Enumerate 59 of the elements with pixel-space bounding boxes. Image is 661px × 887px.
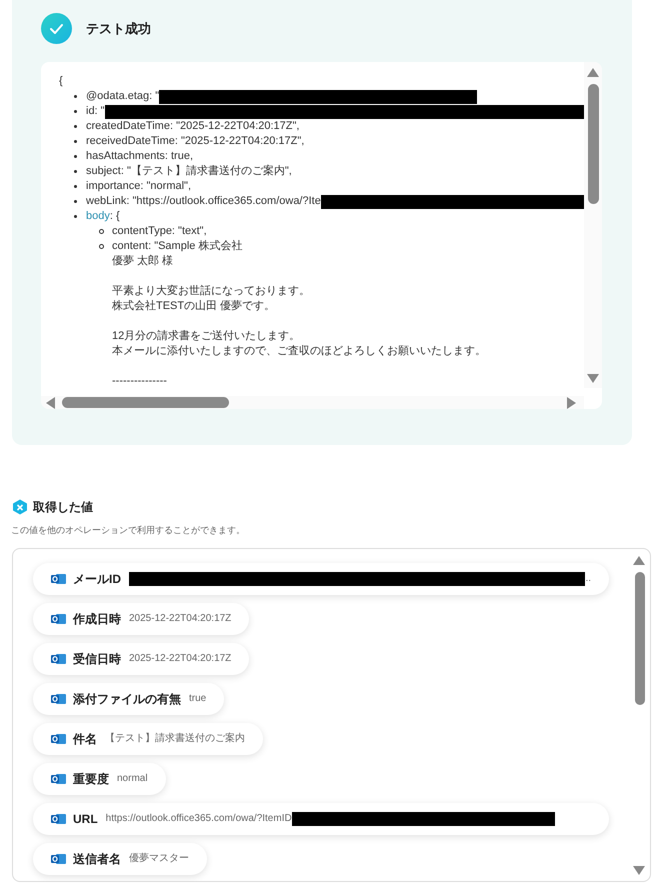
horizontal-scrollbar[interactable] [62,397,229,408]
section-description: この値を他のオペレーションで利用することができます。 [11,524,246,537]
bullet-icon [99,229,104,234]
code-line: body: { [86,209,120,224]
hexagon-icon [12,499,28,515]
code-line: 優夢 太郎 様 [112,254,174,269]
code-line: importance: "normal", [86,179,192,194]
mail-app-icon [51,692,66,706]
value-chip[interactable]: 重要度 normal [33,762,166,794]
vertical-scrollbar[interactable] [635,572,645,704]
code-line: 株式会社TESTの山田 優夢です。 [112,299,276,314]
value-chip[interactable]: 送信者名 優夢マスター [33,842,207,874]
code-line: createdDateTime: "2025-12-22T04:20:17Z", [86,119,300,134]
mail-app-icon [51,652,66,666]
value-chip[interactable]: 作成日時 2025-12-22T04:20:17Z [33,602,250,634]
scroll-right-icon[interactable] [567,397,576,409]
bullet-icon [74,185,77,188]
value-chip[interactable]: URL https://outlook.office365.com/owa/?ItemID [33,802,609,834]
mail-app-icon [51,812,66,826]
mail-app-icon [51,572,66,586]
vertical-scrollbar[interactable] [588,84,599,204]
code-line: 12月分の請求書をご送付いたします。 [112,329,302,344]
scroll-down-icon[interactable] [633,866,645,874]
section-title: 取得した値 [33,499,93,516]
mail-app-icon [51,772,66,786]
bullet-icon [74,110,77,113]
scroll-up-icon[interactable] [633,556,645,564]
code-line: contentType: "text", [112,224,207,239]
code-line: { [59,74,64,89]
bullet-icon [74,155,77,158]
bullet-icon [74,95,77,98]
scroll-left-icon[interactable] [46,397,55,409]
bullet-icon [74,215,77,218]
check-icon [41,13,72,44]
code-line: subject: "【テスト】請求書送付のご案内", [86,164,292,179]
code-line: content: "Sample 株式会社 [112,239,244,254]
scroll-up-icon[interactable] [587,68,599,77]
value-chip[interactable]: 受信日時 2025-12-22T04:20:17Z [33,642,250,674]
bullet-icon [74,170,77,173]
code-line: id: " [86,104,105,119]
mail-app-icon [51,852,66,866]
result-title: テスト成功 [86,20,151,38]
code-line: @odata.etag: " [86,89,160,104]
code-line: --------------- [112,374,168,389]
value-chip[interactable]: メールID .. [33,562,609,594]
value-chip[interactable]: 添付ファイルの有無 true [33,682,224,714]
code-line: hasAttachments: true, [86,149,193,164]
bullet-icon [74,125,77,128]
code-line: webLink: "https://outlook.office365.com/owa/?Ite [86,194,321,209]
bullet-icon [74,200,77,203]
mail-app-icon [51,612,66,626]
code-line: receivedDateTime: "2025-12-22T04:20:17Z", [86,134,304,149]
code-line: 平素より大変お世話になっております。 [112,284,311,299]
bullet-icon [74,140,77,143]
mail-app-icon [51,732,66,746]
scroll-down-icon[interactable] [587,374,599,383]
code-line: 本メールに添付いたしますので、ご査収のほどよろしくお願いいたします。 [112,344,486,359]
value-chip[interactable]: 件名 【テスト】請求書送付のご案内 [33,722,263,754]
bullet-icon [99,244,104,249]
